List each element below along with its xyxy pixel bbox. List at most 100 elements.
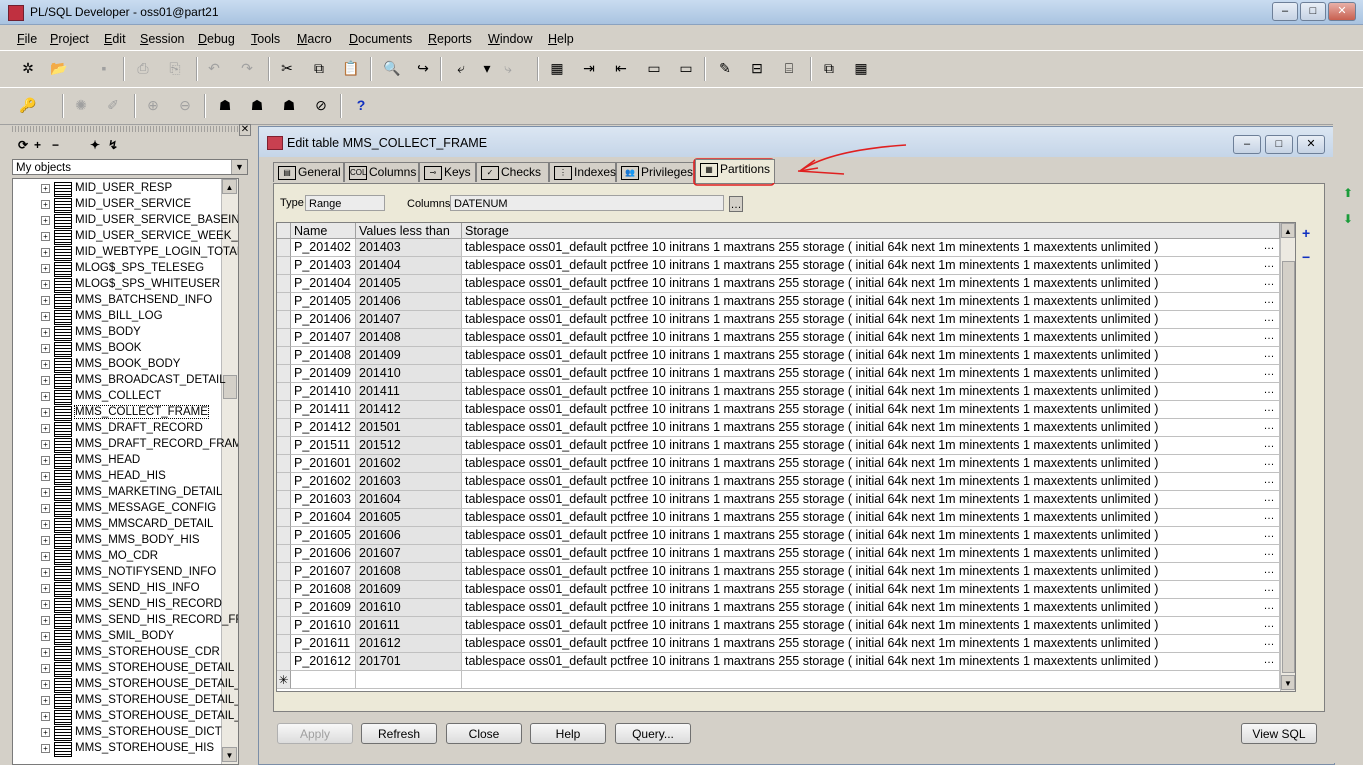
row-selector[interactable] (277, 563, 291, 581)
row-selector[interactable] (277, 383, 291, 401)
values-less-than-cell[interactable]: 201405 (356, 275, 462, 293)
values-less-than-cell[interactable]: 201512 (356, 437, 462, 455)
query-button[interactable]: Query... (615, 723, 691, 744)
tree-item[interactable]: + MMS_MMSCARD_DETAIL (13, 517, 238, 533)
expand-icon[interactable]: + (41, 392, 50, 401)
menu-project[interactable]: Project (50, 32, 89, 46)
partition-name-cell[interactable]: P_201408 (291, 347, 356, 365)
tree-item[interactable]: + MMS_SEND_HIS_INFO (13, 581, 238, 597)
tree-item[interactable]: + MMS_STOREHOUSE_DETAIL (13, 661, 238, 677)
tree-item[interactable]: + MMS_SEND_HIS_RECORD (13, 597, 238, 613)
values-less-than-cell[interactable]: 201409 (356, 347, 462, 365)
row-selector[interactable] (277, 653, 291, 671)
tree-item[interactable]: + MMS_BOOK (13, 341, 238, 357)
values-less-than-cell[interactable]: 201410 (356, 365, 462, 383)
storage-edit-button[interactable]: … (1262, 383, 1276, 401)
grid-scrollbar[interactable]: ▲ ▼ (1280, 223, 1295, 691)
partition-name-cell[interactable]: P_201612 (291, 653, 356, 671)
storage-cell[interactable]: tablespace oss01_default pctfree 10 init… (462, 509, 1280, 527)
row-selector[interactable] (277, 257, 291, 275)
expand-icon[interactable]: + (41, 584, 50, 593)
values-less-than-cell[interactable]: 201608 (356, 563, 462, 581)
print-preview-icon[interactable]: ⎘ (166, 59, 184, 77)
tab-keys[interactable]: ⊸ Keys (419, 162, 476, 182)
uncomment-icon[interactable]: ⊟ (748, 59, 766, 77)
expand-icon[interactable]: + (41, 616, 50, 625)
values-less-than-cell[interactable]: 201403 (356, 239, 462, 257)
find-next-icon[interactable]: ↪ (414, 59, 432, 77)
storage-cell[interactable]: tablespace oss01_default pctfree 10 init… (462, 545, 1280, 563)
expand-icon[interactable]: + (41, 408, 50, 417)
new-icon[interactable]: ✲ (19, 59, 37, 77)
help-button[interactable]: Help (530, 723, 606, 744)
row-selector[interactable] (277, 545, 291, 563)
expand-icon[interactable]: + (41, 520, 50, 529)
save-icon[interactable]: ▪ (95, 59, 113, 77)
filter-toggle-icon[interactable]: ↯ (108, 138, 118, 152)
storage-cell[interactable]: tablespace oss01_default pctfree 10 init… (462, 329, 1280, 347)
tree-item[interactable]: + MMS_HEAD (13, 453, 238, 469)
expand-icon[interactable]: + (41, 280, 50, 289)
tree-item[interactable]: + MID_USER_SERVICE_BASEINF (13, 213, 238, 229)
tree-item[interactable]: + MMS_DRAFT_RECORD (13, 421, 238, 437)
tree-item[interactable]: + MMS_NOTIFYSEND_INFO (13, 565, 238, 581)
row-selector[interactable] (277, 239, 291, 257)
expand-icon[interactable]: + (41, 216, 50, 225)
tree-item[interactable]: + MMS_STOREHOUSE_CDR (13, 645, 238, 661)
storage-edit-button[interactable]: … (1262, 653, 1276, 671)
partition-name-cell[interactable]: P_201604 (291, 509, 356, 527)
storage-cell[interactable]: tablespace oss01_default pctfree 10 init… (462, 491, 1280, 509)
values-less-than-cell[interactable]: 201611 (356, 617, 462, 635)
menu-session[interactable]: Session (140, 32, 184, 46)
close-button[interactable]: ✕ (1328, 2, 1356, 21)
print-icon[interactable]: ⎙ (134, 59, 152, 77)
values-less-than-cell[interactable]: 201501 (356, 419, 462, 437)
expand-icon[interactable]: + (41, 360, 50, 369)
lowercase-icon[interactable]: ▭ (677, 59, 695, 77)
row-selector[interactable] (277, 635, 291, 653)
values-less-than-cell[interactable]: 201407 (356, 311, 462, 329)
tree-item[interactable]: + MMS_BATCHSEND_INFO (13, 293, 238, 309)
row-selector[interactable] (277, 437, 291, 455)
move-up-icon[interactable]: ⬆ (1343, 186, 1353, 200)
chevron-down-icon[interactable]: ▼ (231, 160, 247, 174)
grid-scroll-down-icon[interactable]: ▼ (1281, 675, 1295, 690)
values-less-than-cell[interactable]: 201404 (356, 257, 462, 275)
add-partition-icon[interactable]: + (1302, 225, 1310, 241)
partition-name-cell[interactable]: P_201403 (291, 257, 356, 275)
values-less-than-cell[interactable]: 201607 (356, 545, 462, 563)
tree-item[interactable]: + MMS_MESSAGE_CONFIG (13, 501, 238, 517)
values-less-than-cell[interactable]: 201406 (356, 293, 462, 311)
values-less-than-cell[interactable]: 201701 (356, 653, 462, 671)
expand-icon[interactable]: + (41, 424, 50, 433)
paste-icon[interactable]: 📋 (342, 59, 360, 77)
expand-icon[interactable]: + (41, 232, 50, 241)
tree-item[interactable]: + MMS_STOREHOUSE_DICT (13, 725, 238, 741)
row-selector[interactable] (277, 347, 291, 365)
tree-item[interactable]: + MID_USER_SERVICE_WEEK_T (13, 229, 238, 245)
partition-name-cell[interactable]: P_201608 (291, 581, 356, 599)
tree-item[interactable]: + MMS_BODY (13, 325, 238, 341)
commit-icon[interactable]: ⊕ (144, 96, 162, 114)
values-less-than-cell[interactable]: 201610 (356, 599, 462, 617)
values-less-than-cell[interactable]: 201411 (356, 383, 462, 401)
tree-item[interactable]: + MMS_BILL_LOG (13, 309, 238, 325)
storage-edit-button[interactable]: … (1262, 455, 1276, 473)
tree-item[interactable]: + MID_USER_SERVICE (13, 197, 238, 213)
grid-header-1[interactable]: Name (291, 223, 356, 239)
storage-cell[interactable]: tablespace oss01_default pctfree 10 init… (462, 311, 1280, 329)
tree-item[interactable]: + MMS_BROADCAST_DETAIL (13, 373, 238, 389)
maximize-button[interactable]: □ (1300, 2, 1326, 21)
row-selector[interactable] (277, 401, 291, 419)
tab-general[interactable]: ▤ General (273, 162, 344, 182)
view-sql-button[interactable]: View SQL (1241, 723, 1317, 744)
columns-browse-button[interactable]: … (729, 196, 743, 212)
partition-name-cell[interactable]: P_201406 (291, 311, 356, 329)
partition-name-cell[interactable]: P_201611 (291, 635, 356, 653)
storage-edit-button[interactable]: … (1262, 563, 1276, 581)
partition-name-cell[interactable]: P_201407 (291, 329, 356, 347)
edit-maximize-button[interactable]: □ (1265, 135, 1293, 154)
tree-item[interactable]: + MMS_MARKETING_DETAIL (13, 485, 238, 501)
expand-icon[interactable]: + (41, 472, 50, 481)
expand-icon[interactable]: + (41, 328, 50, 337)
